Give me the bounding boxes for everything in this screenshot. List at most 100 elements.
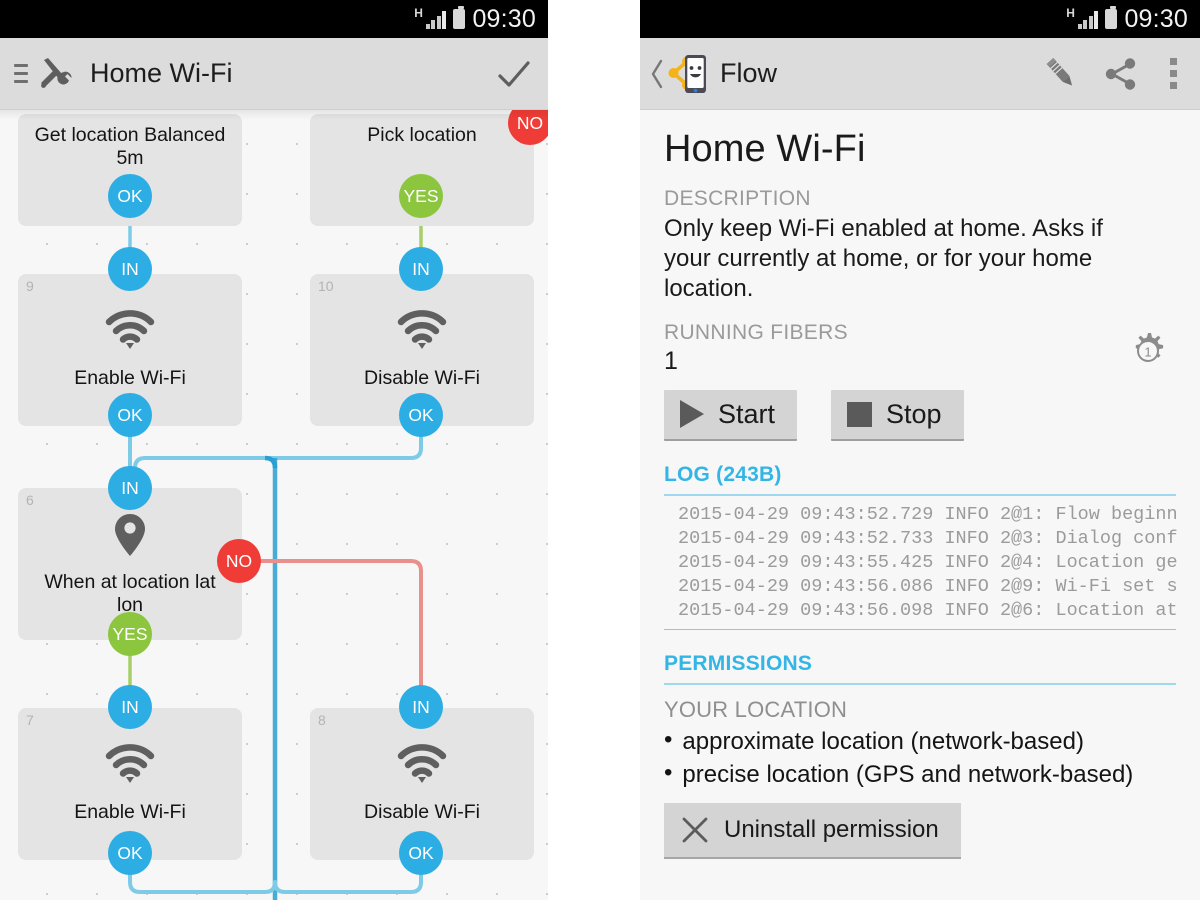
signal-bars-icon (425, 10, 447, 29)
port-in[interactable]: IN (108, 685, 152, 729)
permission-label: precise location (GPS and network-based) (682, 760, 1134, 788)
dual-screenshot: H 09:30 Home Wi-Fi Get location Balanced… (0, 0, 1200, 900)
flow-title: Home Wi-Fi (664, 128, 866, 170)
port-yes[interactable]: YES (108, 612, 152, 656)
port-label: IN (121, 258, 139, 279)
uninstall-label: Uninstall permission (724, 815, 939, 843)
port-ok[interactable]: OK (108, 831, 152, 875)
flow-app-icon (668, 52, 710, 96)
wifi-icon (396, 744, 448, 789)
port-in[interactable]: IN (399, 247, 443, 291)
port-label: OK (117, 185, 143, 206)
start-button[interactable]: Start (664, 389, 798, 441)
flow-canvas[interactable]: Get location Balanced 5m 9 Enable Wi-Fi … (0, 110, 548, 900)
port-label: YES (112, 623, 148, 644)
left-action-bar: Home Wi-Fi (0, 38, 548, 110)
node-label-2: 5m (116, 147, 144, 169)
port-label: OK (117, 842, 143, 863)
play-icon (680, 400, 704, 429)
left-phone-screen: H 09:30 Home Wi-Fi Get location Balanced… (0, 0, 548, 900)
share-icon[interactable] (1098, 53, 1144, 95)
port-ok[interactable]: OK (108, 174, 152, 218)
port-no[interactable]: NO (217, 539, 261, 583)
permission-item: • precise location (GPS and network-base… (664, 758, 1176, 789)
port-label: OK (408, 842, 434, 863)
right-phone-screen: H 09:30 Flow Home Wi-Fi DESCRIPTION Only… (640, 0, 1200, 900)
x-icon (680, 815, 710, 845)
back-chevron-icon[interactable] (648, 57, 666, 91)
log-line: 2015-04-29 09:43:55.425 INFO 2@4: Locati… (678, 551, 1178, 573)
log-line: 2015-04-29 09:43:52.729 INFO 2@1: Flow b… (678, 503, 1178, 525)
node-number: 7 (26, 712, 34, 728)
node-label: Enable Wi-Fi (74, 801, 186, 823)
port-label: OK (408, 404, 434, 425)
network-type-label: H (1066, 6, 1075, 20)
page-title: Flow (720, 58, 778, 88)
description-caption: DESCRIPTION (664, 187, 811, 210)
node-label: Get location Balanced (34, 124, 226, 146)
battery-icon (1105, 6, 1118, 29)
port-ok[interactable]: OK (399, 831, 443, 875)
log-line: 2015-04-29 09:43:56.086 INFO 2@9: Wi-Fi … (678, 575, 1178, 597)
screen-separator (548, 0, 640, 900)
port-label: NO (516, 112, 544, 133)
uninstall-permission-button[interactable]: Uninstall permission (664, 802, 961, 859)
stop-button[interactable]: Stop (831, 389, 964, 441)
status-time: 09:30 (472, 4, 536, 33)
gear-badge-count: 1 (1144, 344, 1151, 359)
hamburger-icon[interactable] (14, 64, 28, 83)
flow-description: Only keep Wi-Fi enabled at home. Asks if… (664, 215, 1103, 303)
page-title: Home Wi-Fi (90, 58, 233, 88)
bullet-icon: • (664, 758, 673, 786)
tools-icon (38, 56, 74, 92)
wifi-icon (104, 310, 156, 355)
port-ok[interactable]: OK (108, 393, 152, 437)
node-label: Pick location (367, 124, 477, 146)
port-yes[interactable]: YES (399, 174, 443, 218)
flow-controls: Start Stop (664, 389, 1176, 441)
node-label: Disable Wi-Fi (364, 367, 480, 389)
port-ok[interactable]: OK (399, 393, 443, 437)
flow-detail-pane: Home Wi-Fi DESCRIPTION Only keep Wi-Fi e… (640, 110, 1200, 900)
log-line: 2015-04-29 09:43:52.733 INFO 2@3: Dialog… (678, 527, 1178, 549)
permissions-divider (664, 682, 1176, 685)
network-type-label: H (414, 6, 423, 20)
permission-label: approximate location (network-based) (682, 727, 1084, 755)
left-status-bar: H 09:30 (0, 0, 548, 38)
port-label: IN (121, 696, 139, 717)
node-label: When at location lat (44, 570, 216, 593)
overflow-menu-icon[interactable] (1158, 53, 1188, 95)
stop-label: Stop (886, 398, 942, 429)
node-label: Enable Wi-Fi (74, 367, 186, 389)
node-number: 10 (318, 278, 334, 294)
node-number: 9 (26, 278, 34, 294)
log-heading: LOG (243B) (664, 462, 782, 486)
log-line: 2015-04-29 09:43:56.098 INFO 2@6: Locati… (678, 599, 1178, 621)
port-in[interactable]: IN (399, 685, 443, 729)
running-fibers-row: RUNNING FIBERS 1 1 (664, 321, 1176, 376)
node-label: Disable Wi-Fi (364, 801, 480, 823)
pencil-icon[interactable] (1038, 53, 1084, 95)
fibers-count: 1 (664, 346, 678, 375)
port-in[interactable]: IN (108, 466, 152, 510)
permissions-heading: PERMISSIONS (664, 651, 813, 675)
permission-group-caption: YOUR LOCATION (664, 696, 848, 722)
port-label: IN (121, 477, 139, 498)
gear-icon[interactable]: 1 (1124, 327, 1172, 375)
port-label: NO (225, 550, 253, 571)
log-output[interactable]: 2015-04-29 09:43:52.729 INFO 2@1: Flow b… (664, 496, 1178, 630)
port-in[interactable]: IN (108, 247, 152, 291)
port-label: IN (412, 696, 430, 717)
port-label: IN (412, 258, 430, 279)
status-time: 09:30 (1124, 4, 1188, 33)
checkmark-icon[interactable] (494, 54, 534, 94)
permission-item: • approximate location (network-based) (664, 725, 1176, 756)
right-action-bar: Flow (640, 38, 1200, 110)
node-number: 6 (26, 492, 34, 508)
fibers-caption: RUNNING FIBERS (664, 320, 848, 344)
map-pin-icon (113, 512, 147, 563)
wifi-icon (104, 744, 156, 789)
bullet-icon: • (664, 725, 673, 753)
stop-icon (847, 401, 873, 427)
right-status-bar: H 09:30 (640, 0, 1200, 38)
